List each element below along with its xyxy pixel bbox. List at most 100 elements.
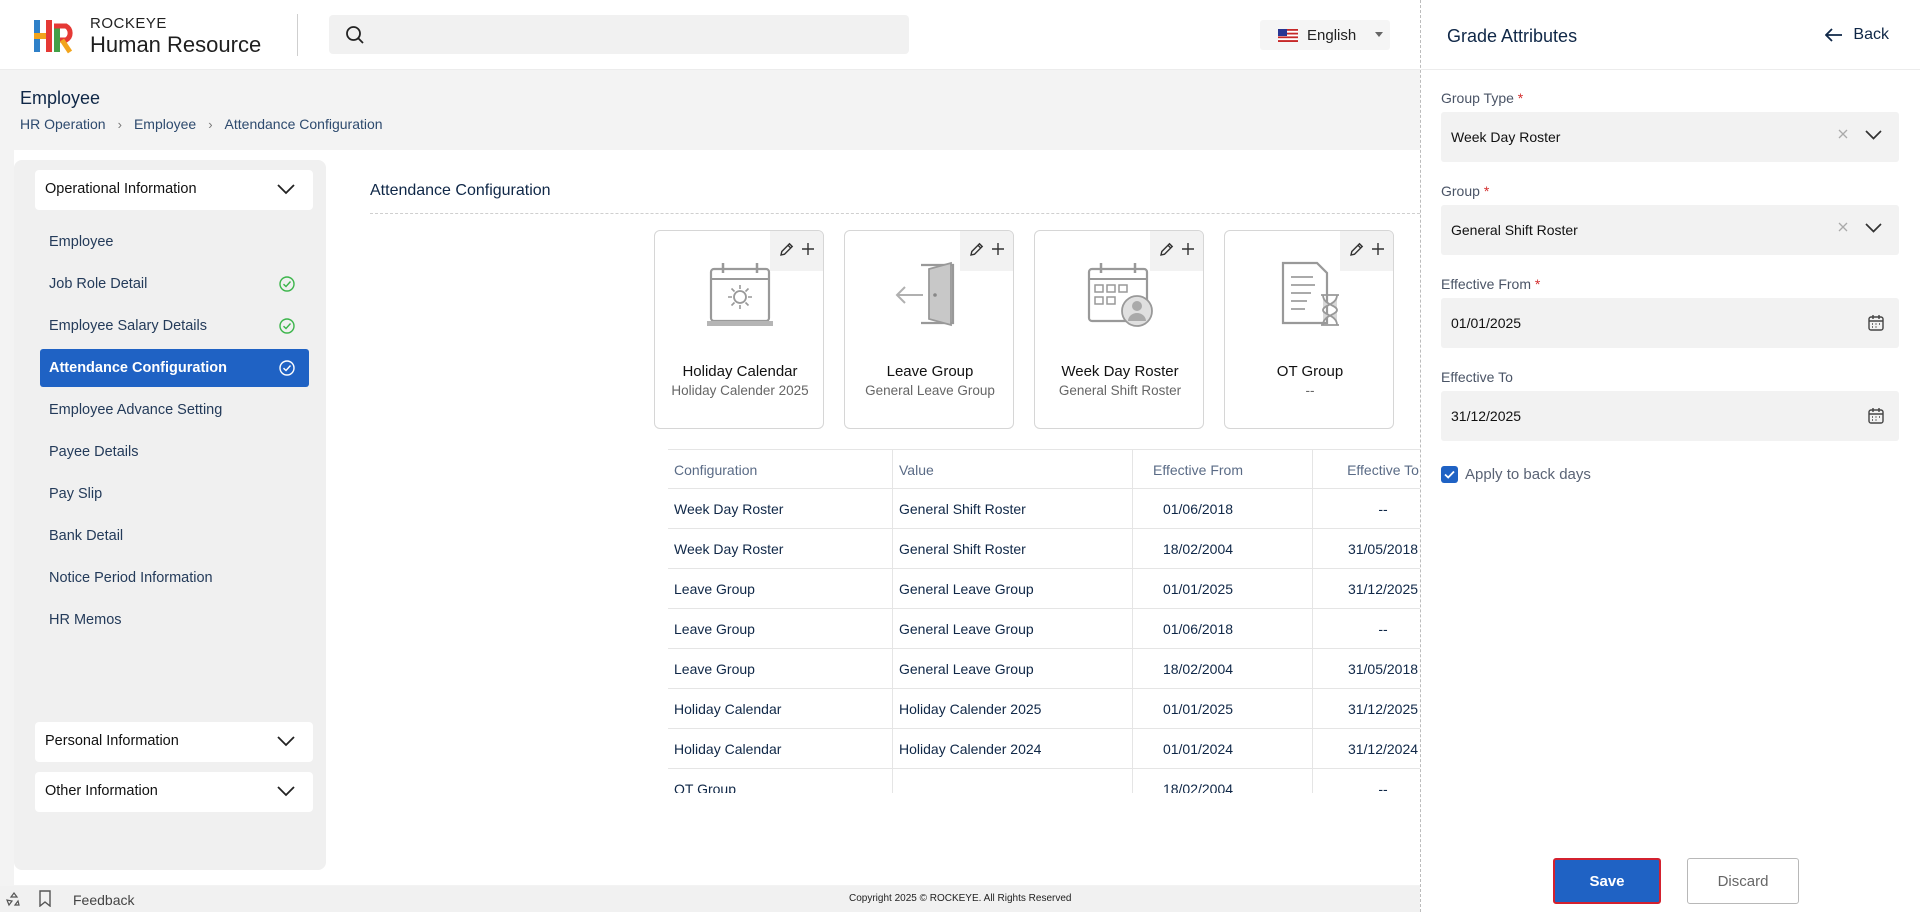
chevron-up-icon (277, 184, 295, 195)
back-label: Back (1853, 26, 1889, 43)
accordion-other-information[interactable]: Other Information (35, 772, 313, 812)
required-asterisk: * (1517, 90, 1524, 106)
tile-tools (960, 231, 1013, 271)
recycle-icon[interactable] (6, 891, 22, 907)
copyright-text: Copyright 2025 © ROCKEYE. All Rights Res… (849, 893, 1072, 904)
bookmark-icon[interactable] (38, 890, 52, 907)
apply-back-days-checkbox-row[interactable]: Apply to back days (1441, 466, 1591, 483)
cell-effective-from: 01/01/2025 (1162, 701, 1234, 717)
apply-back-days-checkbox[interactable] (1441, 466, 1458, 483)
sidebar-item-job-role-detail[interactable]: Job Role Detail (40, 265, 309, 303)
tile-tools (1150, 231, 1203, 271)
section-title: Attendance Configuration (370, 182, 551, 199)
breadcrumb-hr-operation[interactable]: HR Operation (20, 116, 106, 132)
cell-value: General Leave Group (899, 621, 1034, 637)
clear-x-icon[interactable] (1837, 221, 1849, 233)
left-navigation-panel: Operational Information Employee Job Rol… (14, 160, 326, 870)
cell-configuration: Leave Group (674, 621, 755, 637)
effective-from-date-input[interactable]: 01/01/2025 (1441, 298, 1899, 348)
calendar-icon[interactable] (1867, 314, 1885, 332)
sidebar-item-label: Notice Period Information (49, 570, 213, 586)
column-header[interactable]: Effective From (1133, 462, 1263, 478)
add-plus-icon[interactable] (991, 242, 1005, 256)
edit-pencil-icon[interactable] (1348, 241, 1365, 258)
cell-effective-from: 01/06/2018 (1162, 621, 1234, 637)
table-row[interactable]: Week Day Roster General Shift Roster 01/… (668, 489, 1438, 529)
group-type-select[interactable]: Week Day Roster (1441, 112, 1899, 162)
effective-to-date-input[interactable]: 31/12/2025 (1441, 391, 1899, 441)
cell-value: General Shift Roster (899, 541, 1026, 557)
chevron-down-icon[interactable] (1865, 130, 1882, 140)
sidebar-item-label: Employee (49, 234, 114, 250)
add-plus-icon[interactable] (1371, 242, 1385, 256)
sidebar-item-payee-details[interactable]: Payee Details (40, 433, 309, 471)
cell-value: General Leave Group (899, 661, 1034, 677)
attendance-config-table: Configuration Value Effective From Effec… (668, 449, 1438, 793)
clear-x-icon[interactable] (1837, 128, 1849, 140)
sidebar-item-employee-salary-details[interactable]: Employee Salary Details (40, 307, 309, 345)
feedback-link[interactable]: Feedback (73, 892, 134, 908)
language-selector[interactable]: English (1260, 20, 1390, 50)
save-button[interactable]: Save (1553, 858, 1661, 904)
edit-pencil-icon[interactable] (1158, 241, 1175, 258)
sidebar-item-bank-detail[interactable]: Bank Detail (40, 517, 309, 555)
brand-name: ROCKEYE (90, 15, 167, 32)
sidebar-item-hr-memos[interactable]: HR Memos (40, 601, 309, 639)
chevron-down-icon[interactable] (1865, 223, 1882, 233)
table-row[interactable]: Week Day Roster General Shift Roster 18/… (668, 529, 1438, 569)
tile-ot-group[interactable]: OT Group -- (1224, 230, 1394, 429)
discard-button[interactable]: Discard (1687, 858, 1799, 904)
sidebar-item-pay-slip[interactable]: Pay Slip (40, 475, 309, 513)
tile-leave-group[interactable]: Leave Group General Leave Group (844, 230, 1014, 429)
table-header: Configuration Value Effective From Effec… (668, 449, 1438, 489)
document-hourglass-icon (1281, 261, 1339, 326)
field-label-text: Group (1441, 183, 1480, 199)
caret-down-icon (1375, 32, 1383, 37)
accordion-operational-information[interactable]: Operational Information (35, 170, 313, 210)
sidebar-item-employee-advance-setting[interactable]: Employee Advance Setting (40, 391, 309, 429)
tile-subtitle: Holiday Calender 2025 (671, 383, 809, 398)
tile-subtitle: General Shift Roster (1058, 383, 1182, 398)
sidebar-item-label: Employee Salary Details (49, 318, 207, 334)
table-row[interactable]: Holiday Calendar Holiday Calender 2024 0… (668, 729, 1438, 769)
cell-effective-from: 01/01/2024 (1162, 741, 1234, 757)
column-header[interactable]: Value (899, 462, 934, 478)
drawer-header: Grade Attributes Back (1421, 0, 1920, 70)
add-plus-icon[interactable] (801, 242, 815, 256)
tile-holiday-calendar[interactable]: Holiday Calendar Holiday Calender 2025 (654, 230, 824, 429)
table-row[interactable]: OT Group 18/02/2004 -- (668, 769, 1438, 793)
tile-subtitle: -- (1305, 383, 1315, 398)
table-row[interactable]: Holiday Calendar Holiday Calender 2025 0… (668, 689, 1438, 729)
sidebar-item-notice-period-information[interactable]: Notice Period Information (40, 559, 309, 597)
breadcrumb-attendance-configuration: Attendance Configuration (224, 116, 383, 132)
accordion-personal-information[interactable]: Personal Information (35, 722, 313, 762)
sidebar-item-attendance-configuration[interactable]: Attendance Configuration (40, 349, 309, 387)
product-name: Human Resource (90, 32, 262, 57)
effective-to-value: 31/12/2025 (1451, 408, 1522, 424)
accordion-label: Other Information (45, 783, 158, 799)
calendar-icon[interactable] (1867, 407, 1885, 425)
search-input[interactable] (329, 15, 909, 54)
grade-attributes-drawer: Grade Attributes Back Group Type * Week … (1420, 0, 1920, 912)
sidebar-item-label: Payee Details (49, 444, 139, 460)
tile-tools (770, 231, 823, 271)
table-row[interactable]: Leave Group General Leave Group 01/06/20… (668, 609, 1438, 649)
column-header[interactable]: Configuration (674, 462, 757, 478)
breadcrumb-employee[interactable]: Employee (134, 116, 196, 132)
column-header[interactable]: Effective To (1308, 462, 1438, 478)
sidebar-item-employee[interactable]: Employee (40, 223, 309, 261)
edit-pencil-icon[interactable] (778, 241, 795, 258)
edit-pencil-icon[interactable] (968, 241, 985, 258)
tile-week-day-roster[interactable]: Week Day Roster General Shift Roster (1034, 230, 1204, 429)
table-row[interactable]: Leave Group General Leave Group 01/01/20… (668, 569, 1438, 609)
checkmark-icon (1444, 470, 1455, 479)
back-button[interactable]: Back (1825, 26, 1889, 44)
effective-from-value: 01/01/2025 (1451, 315, 1522, 331)
group-select[interactable]: General Shift Roster (1441, 205, 1899, 255)
table-row[interactable]: Leave Group General Leave Group 18/02/20… (668, 649, 1438, 689)
column-divider (1132, 449, 1133, 793)
tile-subtitle: General Leave Group (865, 383, 995, 398)
add-plus-icon[interactable] (1181, 242, 1195, 256)
check-circle-icon (279, 276, 295, 292)
cell-effective-to: -- (1378, 501, 1388, 517)
